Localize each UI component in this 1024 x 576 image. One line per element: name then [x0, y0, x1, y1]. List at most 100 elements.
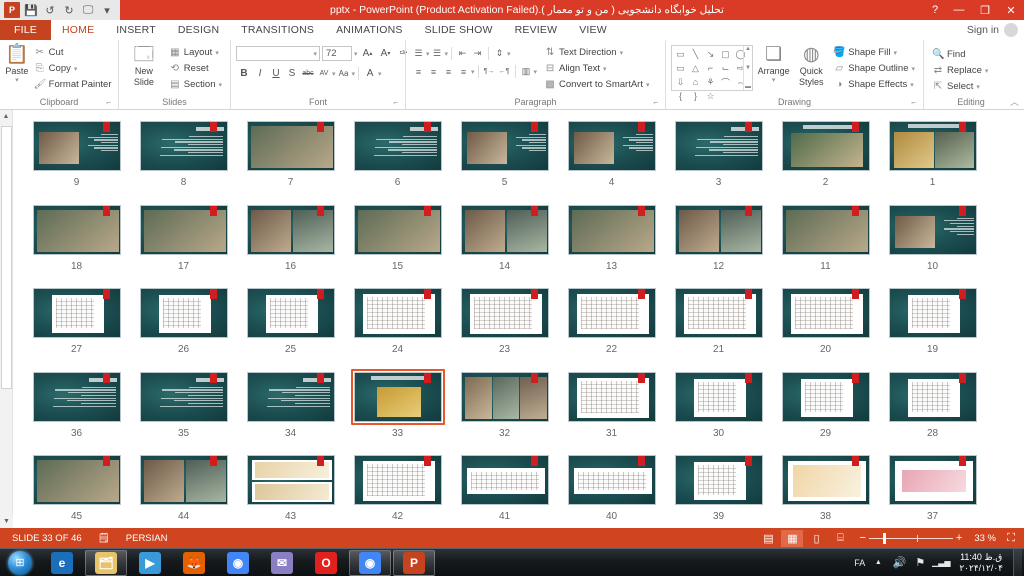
- rtl-direction-button[interactable]: ¶→: [482, 64, 497, 79]
- chevron-down-icon[interactable]: ▾: [352, 70, 356, 78]
- slide-thumbnail-image[interactable]: [460, 371, 549, 422]
- slide-thumbnail-image[interactable]: [460, 288, 549, 339]
- bold-button[interactable]: B: [236, 66, 252, 81]
- slide-thumbnail-14[interactable]: [458, 202, 552, 258]
- slide-thumbnail-image[interactable]: [674, 455, 763, 506]
- slide-thumbnail-image[interactable]: [567, 371, 656, 422]
- slide-thumbnail-image[interactable]: [781, 288, 870, 339]
- slide-thumbnail-13[interactable]: [565, 202, 659, 258]
- slide-thumbnail-image[interactable]: [353, 371, 442, 422]
- slide-thumbnail-20[interactable]: [779, 285, 873, 341]
- account-avatar-icon[interactable]: [1004, 23, 1018, 37]
- chevron-down-icon[interactable]: ▾: [646, 81, 650, 89]
- start-slideshow-icon[interactable]: 🖵: [80, 2, 96, 18]
- slide-thumbnail-image[interactable]: [674, 121, 763, 171]
- redo-icon[interactable]: ↻: [61, 2, 77, 18]
- drawing-dialog-launcher-icon[interactable]: ⌐: [911, 96, 916, 109]
- select-button[interactable]: ⇱ Select ▾: [929, 79, 991, 94]
- slide-thumbnail-image[interactable]: [32, 204, 121, 255]
- slide-thumbnail-7[interactable]: [244, 118, 338, 174]
- language-indicator-tray[interactable]: FA: [854, 558, 865, 568]
- tab-animations[interactable]: ANIMATIONS: [325, 20, 414, 40]
- increase-indent-button[interactable]: ⇥: [470, 46, 485, 61]
- show-hidden-icons-icon[interactable]: ▲: [870, 559, 886, 566]
- slide-thumbnail-image[interactable]: [32, 371, 121, 422]
- font-size-chevron-down-icon[interactable]: ▾: [354, 50, 358, 58]
- slide-thumbnail-image[interactable]: [674, 204, 763, 255]
- find-button[interactable]: 🔍 Find: [929, 47, 991, 62]
- slide-thumbnail-image[interactable]: [460, 121, 549, 171]
- slide-thumbnail-image[interactable]: [567, 455, 656, 506]
- chevron-down-icon[interactable]: ▾: [976, 83, 980, 91]
- slide-thumbnail-25[interactable]: [244, 285, 338, 341]
- slide-thumbnail-image[interactable]: [781, 455, 870, 506]
- slide-thumbnail-image[interactable]: [781, 204, 870, 255]
- close-button[interactable]: ✕: [998, 0, 1024, 20]
- slide-thumbnail-11[interactable]: [779, 202, 873, 258]
- slide-thumbnail-40[interactable]: [565, 452, 659, 508]
- shape-outline-button[interactable]: ▱ Shape Outline ▾: [830, 61, 918, 76]
- shape-freeform-icon[interactable]: ⚘: [703, 75, 718, 89]
- shape-fill-button[interactable]: 🪣 Shape Fill ▾: [830, 45, 918, 60]
- tab-review[interactable]: REVIEW: [504, 20, 569, 40]
- slide-thumbnail-image[interactable]: [32, 455, 121, 506]
- slide-thumbnail-39[interactable]: [672, 452, 766, 508]
- font-color-button[interactable]: A: [362, 66, 378, 81]
- font-size-input[interactable]: 72: [322, 46, 352, 61]
- font-dialog-launcher-icon[interactable]: ⌐: [393, 96, 398, 109]
- bullets-button[interactable]: ☰: [411, 46, 426, 61]
- decrease-indent-button[interactable]: ⇤: [455, 46, 470, 61]
- slide-thumbnail-28[interactable]: [886, 369, 980, 425]
- chevron-down-icon[interactable]: ▾: [620, 49, 624, 57]
- zoom-in-button[interactable]: +: [956, 533, 962, 544]
- chevron-down-icon[interactable]: ▾: [218, 81, 222, 89]
- sign-in-area[interactable]: Sign in: [967, 20, 1024, 40]
- chevron-down-icon[interactable]: ▾: [445, 50, 449, 58]
- help-icon[interactable]: ?: [924, 0, 946, 20]
- shape-triangle-icon[interactable]: △: [688, 61, 703, 75]
- underline-button[interactable]: U: [268, 66, 284, 81]
- action-center-icon[interactable]: ⚑: [912, 556, 928, 569]
- slide-thumbnail-21[interactable]: [672, 285, 766, 341]
- tab-home[interactable]: HOME: [51, 20, 105, 40]
- taskbar-firefox-button[interactable]: 🦊: [173, 550, 215, 576]
- section-button[interactable]: ▤ Section ▾: [166, 77, 225, 92]
- slide-thumbnail-24[interactable]: [351, 285, 445, 341]
- slide-thumbnail-image[interactable]: [139, 288, 228, 339]
- slide-thumbnail-image[interactable]: [781, 121, 870, 171]
- slide-thumbnail-image[interactable]: [353, 455, 442, 506]
- slide-thumbnail-32[interactable]: [458, 369, 552, 425]
- text-direction-button[interactable]: ⇅ Text Direction ▾: [541, 45, 652, 60]
- slide-thumbnail-33[interactable]: [350, 368, 445, 425]
- slide-thumbnail-15[interactable]: [351, 202, 445, 258]
- scroll-up-icon[interactable]: ▲: [0, 110, 12, 123]
- decrease-font-size-button[interactable]: A ▾: [378, 46, 394, 61]
- slide-thumbnail-4[interactable]: [565, 118, 659, 174]
- slide-thumbnail-image[interactable]: [32, 121, 121, 171]
- line-spacing-button[interactable]: ⇕: [492, 46, 507, 61]
- slide-thumbnail-29[interactable]: [779, 369, 873, 425]
- chevron-down-icon[interactable]: ▾: [910, 81, 914, 89]
- slide-thumbnail-image[interactable]: [246, 455, 335, 506]
- slide-thumbnail-image[interactable]: [353, 204, 442, 255]
- slide-thumbnail-image[interactable]: [32, 288, 121, 339]
- slide-thumbnail-38[interactable]: [779, 452, 873, 508]
- tab-view[interactable]: VIEW: [568, 20, 618, 40]
- slide-thumbnail-27[interactable]: [30, 285, 124, 341]
- arrange-button[interactable]: ❏ Arrange ▾: [755, 43, 792, 85]
- start-button[interactable]: ⊞: [0, 549, 40, 576]
- tab-insert[interactable]: INSERT: [105, 20, 167, 40]
- chevron-down-icon[interactable]: ▾: [985, 67, 989, 75]
- slide-thumbnail-43[interactable]: [244, 452, 338, 508]
- slide-thumbnail-image[interactable]: [139, 204, 228, 255]
- chevron-down-icon[interactable]: ▾: [471, 68, 475, 76]
- reading-view-button[interactable]: ▯: [805, 530, 827, 547]
- chevron-down-icon[interactable]: ▾: [534, 68, 538, 76]
- shape-textbox-icon[interactable]: ▭: [673, 47, 688, 61]
- strikethrough-button[interactable]: abc: [300, 66, 316, 81]
- slide-thumbnail-26[interactable]: [137, 285, 231, 341]
- slide-thumbnail-44[interactable]: [137, 452, 231, 508]
- slideshow-view-button[interactable]: ⌸: [829, 530, 851, 547]
- slide-sorter-pane[interactable]: ▲ ▼ 9 8 7 6 5 4 3 2 1 18 17 16 15 14 13 …: [0, 110, 1024, 528]
- tab-design[interactable]: DESIGN: [167, 20, 230, 40]
